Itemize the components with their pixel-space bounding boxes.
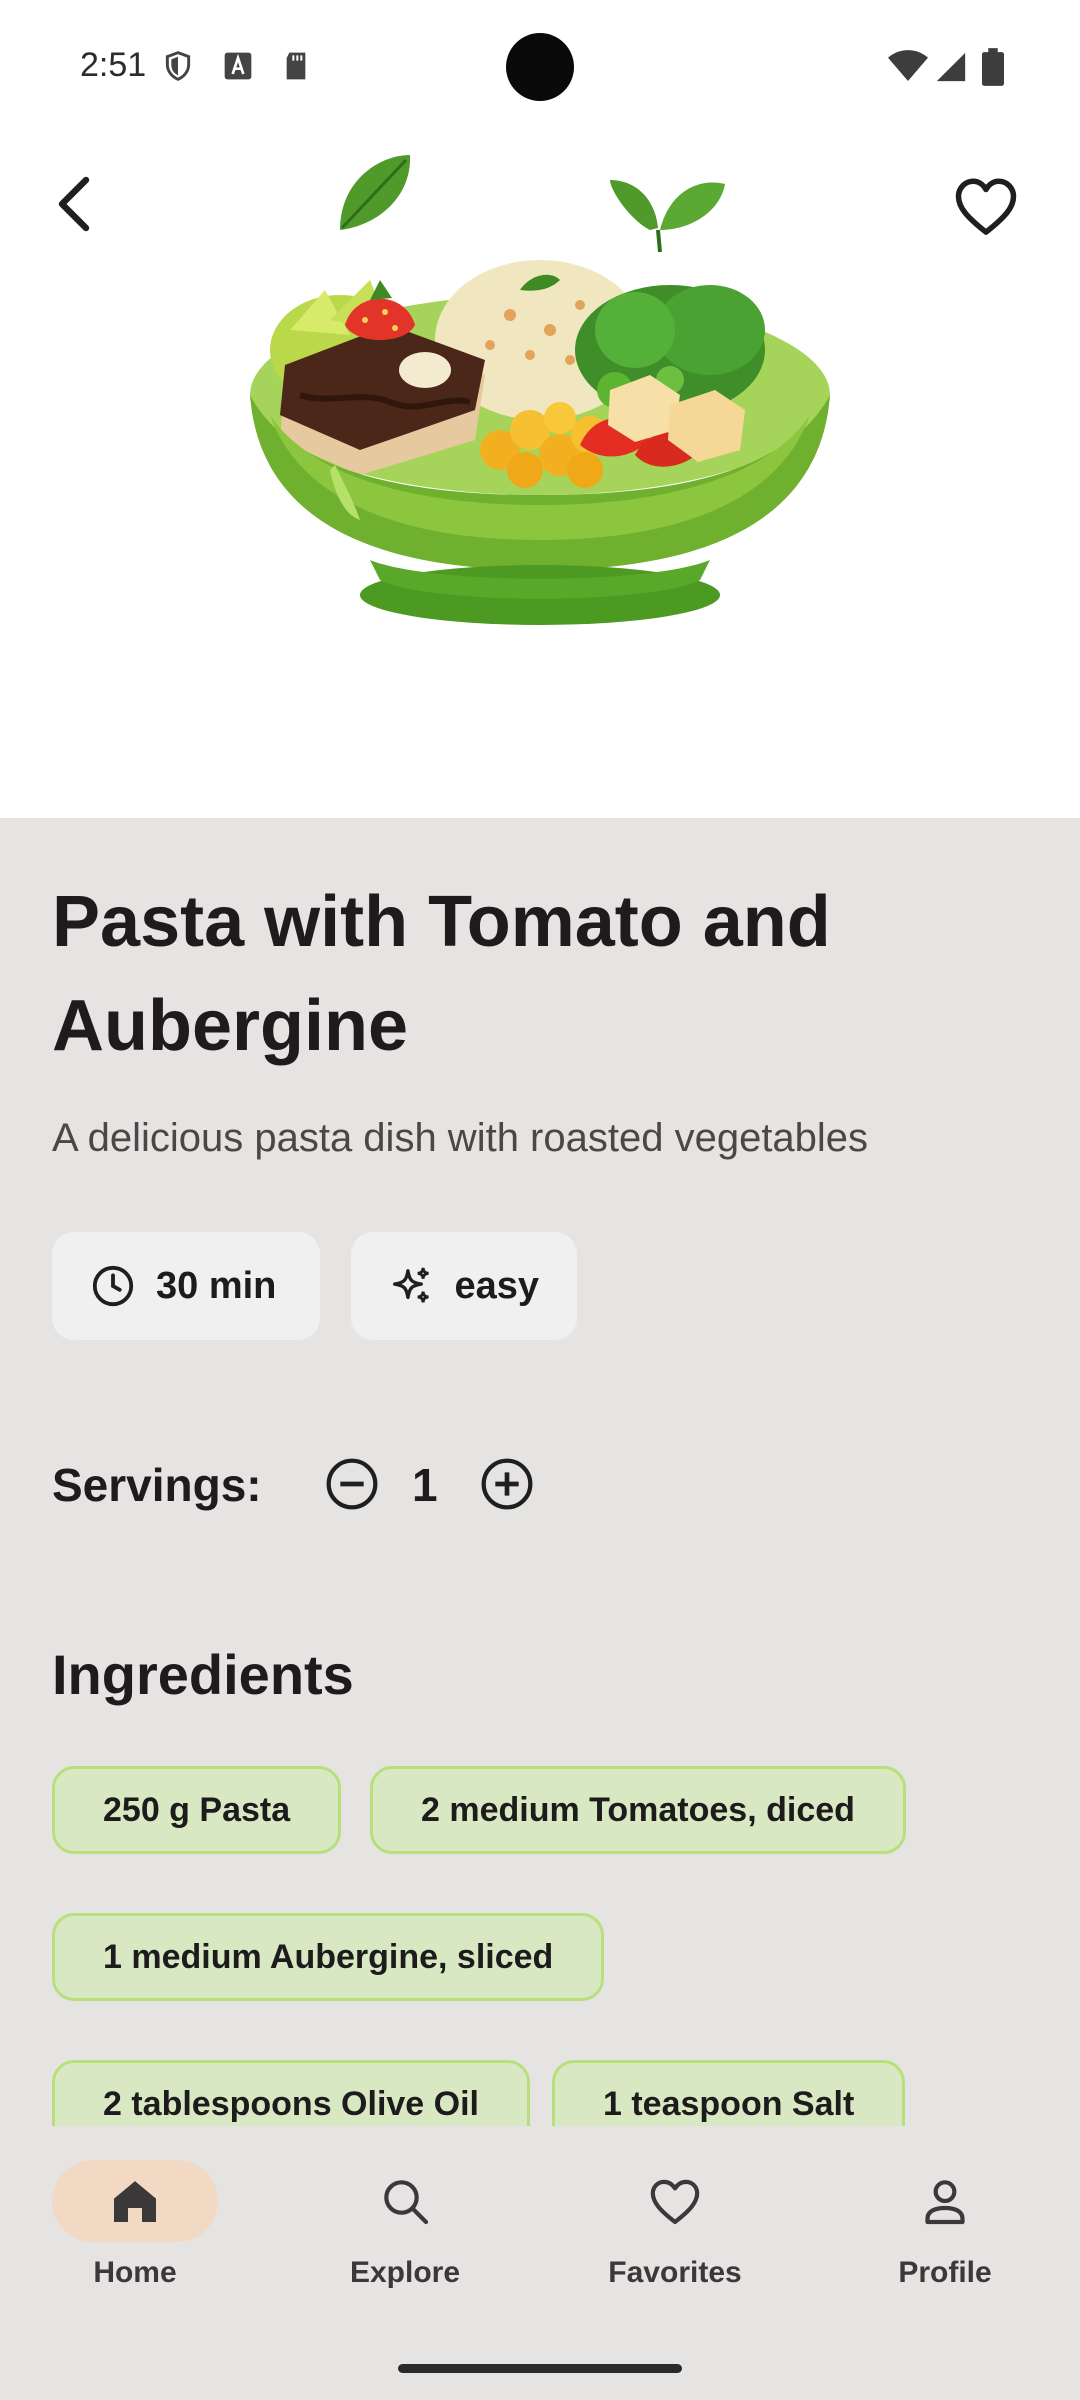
nav-icon-wrap: [862, 2160, 1028, 2242]
status-time: 2:51: [80, 46, 147, 84]
wifi-icon: [888, 50, 928, 81]
decrease-servings-button[interactable]: [322, 1454, 382, 1514]
recipe-details: Pasta with Tomato and Aubergine A delici…: [0, 818, 1080, 2158]
hero-image-area: 2:51: [0, 0, 1080, 818]
recipe-description: A delicious pasta dish with roasted vege…: [52, 1116, 869, 1160]
nav-label-profile: Profile: [898, 2256, 992, 2289]
difficulty-chip: easy: [351, 1232, 577, 1340]
nav-active-indicator: [52, 2160, 218, 2242]
camera-cutout: [506, 33, 574, 101]
shield-icon: [165, 51, 191, 81]
clock-icon: [92, 1265, 134, 1307]
back-button[interactable]: [36, 166, 112, 242]
ingredient-chip: 250 g Pasta: [52, 1766, 342, 1854]
nav-item-home[interactable]: Home: [35, 2160, 235, 2320]
minus-circle-icon: [326, 1458, 378, 1510]
servings-count: 1: [412, 1459, 438, 1511]
nav-item-profile[interactable]: Profile: [845, 2160, 1045, 2320]
dish-illustration: [250, 155, 830, 625]
increase-servings-button[interactable]: [477, 1454, 537, 1514]
status-bar: 2:51: [0, 0, 1080, 130]
nav-item-explore[interactable]: Explore: [305, 2160, 505, 2320]
nav-label-favorites: Favorites: [608, 2256, 742, 2289]
time-chip: 30 min: [52, 1232, 320, 1340]
favorite-button[interactable]: [946, 166, 1026, 246]
sparkle-icon: [392, 1267, 429, 1303]
nav-label-home: Home: [93, 2256, 177, 2289]
cell-signal-icon: [936, 52, 966, 82]
battery-icon: [982, 48, 1004, 86]
heart-outline-icon: [955, 178, 1017, 235]
nav-icon-wrap: [322, 2160, 488, 2242]
sd-card-icon: [286, 52, 306, 80]
difficulty-value: easy: [454, 1264, 539, 1307]
nav-item-favorites[interactable]: Favorites: [575, 2160, 775, 2320]
heart-icon: [650, 2179, 700, 2225]
text-badge-icon: [224, 52, 252, 80]
ingredient-chip: 1 medium Aubergine, sliced: [52, 1913, 605, 2001]
plus-circle-icon: [481, 1458, 533, 1510]
gesture-home-indicator[interactable]: [398, 2364, 682, 2373]
servings-label: Servings:: [52, 1459, 262, 1511]
search-icon: [384, 2180, 429, 2225]
person-icon: [925, 2180, 965, 2225]
chevron-left-icon: [58, 176, 90, 232]
recipe-title: Pasta with Tomato and Aubergine: [52, 882, 831, 1066]
bottom-navigation: Home Explore Favorites Profile: [0, 2126, 1080, 2400]
home-icon: [114, 2181, 156, 2222]
ingredient-chip: 2 medium Tomatoes, diced: [370, 1766, 906, 1854]
nav-icon-wrap: [592, 2160, 758, 2242]
nav-label-explore: Explore: [349, 2256, 461, 2289]
time-value: 30 min: [156, 1264, 277, 1307]
ingredients-heading: Ingredients: [52, 1643, 354, 1706]
